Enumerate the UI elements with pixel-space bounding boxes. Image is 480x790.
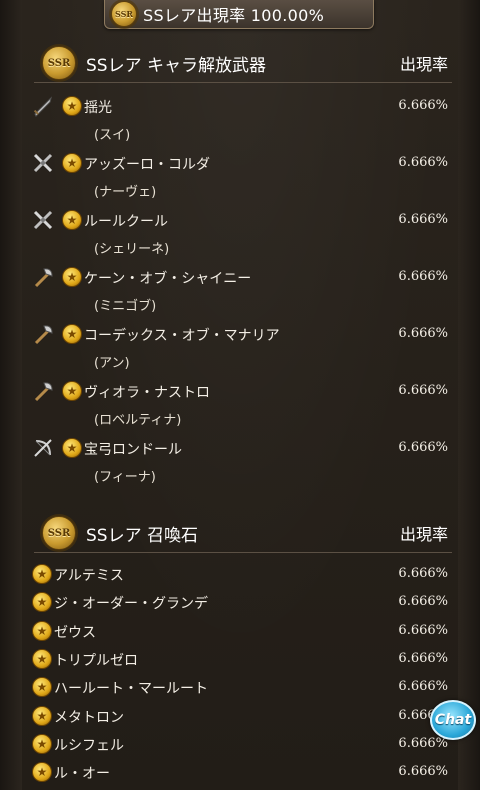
item-name: ヴィオラ・ナストロ <box>84 385 210 401</box>
item-name: 宝弓ロンドール <box>84 442 182 458</box>
item-rate: 6.666% <box>398 212 448 227</box>
gold-coin-icon: ★ <box>32 592 52 613</box>
list-item: ★ ケーン・オブ・シャイニー 6.666% <box>30 263 450 291</box>
item-rate: 6.666% <box>398 98 448 113</box>
item-rate: 6.666% <box>398 269 448 284</box>
axe-icon <box>32 323 54 345</box>
list-item: ★ アッズーロ・コルダ 6.666% <box>30 149 450 177</box>
list-item: ★ ジ・オーダー・グランデ 6.666% <box>30 588 450 616</box>
list-item: ★ メタトロン 6.666% <box>30 702 450 730</box>
gold-coin-icon: ★ <box>32 648 52 669</box>
item-name: ル・オー <box>54 766 110 783</box>
chat-button[interactable]: Chat <box>430 700 476 740</box>
list-item: ★ アルテミス 6.666% <box>30 560 450 588</box>
list-item: ★ ル・オー 6.666% <box>30 758 450 786</box>
axe-icon <box>32 380 54 402</box>
chat-label: Chat <box>434 712 472 728</box>
rate-column-header: 出現率 <box>399 525 448 544</box>
gold-coin-icon: ★ <box>62 96 82 116</box>
item-rate: 6.666% <box>398 622 448 638</box>
item-name: メタトロン <box>54 709 124 726</box>
axe-icon <box>32 266 54 288</box>
gold-coin-icon: ★ <box>32 620 52 641</box>
section-title: SSレア キャラ解放武器 <box>86 56 266 76</box>
gold-coin-icon: ★ <box>32 733 52 754</box>
list-item: ★ ゼウス 6.666% <box>30 617 450 645</box>
list-item: ★ ルールクール 6.666% <box>30 206 450 234</box>
character-name: (ミニゴブ) <box>94 299 157 314</box>
gold-coin-icon: ★ <box>62 324 82 344</box>
gold-coin-icon: ★ <box>32 677 52 698</box>
right-frame <box>458 0 480 790</box>
item-rate: 6.666% <box>398 383 448 398</box>
character-name: (フィーナ) <box>94 470 156 485</box>
gold-coin-icon: ★ <box>32 705 52 726</box>
character-name: (アン) <box>94 356 130 371</box>
list-item: ★ コーデックス・オブ・マナリア 6.666% <box>30 320 450 348</box>
gold-coin-icon: ★ <box>62 153 82 173</box>
item-name: ハールート・マールート <box>54 681 208 698</box>
item-name: トリプルゼロ <box>54 652 138 669</box>
item-name: アルテミス <box>54 568 124 584</box>
left-frame <box>0 0 22 790</box>
character-name: (シェリーネ) <box>94 242 170 257</box>
character-name: (ナーヴェ) <box>94 185 157 200</box>
item-name: ゼウス <box>54 624 96 641</box>
crossed-swords-icon <box>32 152 54 174</box>
sword-icon <box>32 95 54 117</box>
item-rate: 6.666% <box>398 594 448 610</box>
rate-banner: SSR SSレア出現率 100.00% <box>104 0 374 29</box>
ssr-badge-icon: SSR <box>42 516 76 550</box>
summons-section-header: SSR SSレア 召喚石 出現率 <box>34 512 452 553</box>
gold-coin-icon: ★ <box>32 762 52 783</box>
gold-coin-icon: ★ <box>62 267 82 287</box>
item-name: ルシフェル <box>54 737 124 754</box>
gold-coin-icon: ★ <box>62 381 82 401</box>
item-name: ジ・オーダー・グランデ <box>54 596 208 613</box>
banner-title: SSレア出現率 100.00% <box>143 6 325 25</box>
ssr-badge-icon: SSR <box>42 46 76 80</box>
weapons-section-header: SSR SSレア キャラ解放武器 出現率 <box>34 42 452 83</box>
item-name: アッズーロ・コルダ <box>84 157 210 173</box>
rate-column-header: 出現率 <box>399 55 448 74</box>
gold-coin-icon: ★ <box>32 564 52 584</box>
list-item: ★ ルシフェル 6.666% <box>30 730 450 758</box>
list-item: ★ トリプルゼロ 6.666% <box>30 645 450 673</box>
crossed-swords-icon <box>32 209 54 231</box>
item-rate: 6.666% <box>398 650 448 666</box>
item-rate: 6.666% <box>398 764 448 780</box>
item-rate: 6.666% <box>398 155 448 170</box>
list-item: ★ 宝弓ロンドール 6.666% <box>30 434 450 462</box>
item-rate: 6.666% <box>398 440 448 455</box>
bow-icon <box>32 437 54 459</box>
item-rate: 6.666% <box>398 566 448 581</box>
gold-coin-icon: ★ <box>62 438 82 458</box>
list-item: ★ ヴィオラ・ナストロ 6.666% <box>30 377 450 405</box>
gold-coin-icon: ★ <box>62 210 82 230</box>
list-item: ★ ハールート・マールート 6.666% <box>30 673 450 701</box>
item-rate: 6.666% <box>398 679 448 695</box>
item-name: ルールクール <box>84 214 168 230</box>
item-name: 揺光 <box>84 100 112 116</box>
character-name: (スイ) <box>94 128 131 143</box>
section-title: SSレア 召喚石 <box>86 526 198 546</box>
list-item: ★ 揺光 6.666% <box>30 92 450 120</box>
item-name: コーデックス・オブ・マナリア <box>84 328 280 344</box>
item-rate: 6.666% <box>398 326 448 341</box>
item-name: ケーン・オブ・シャイニー <box>84 271 252 287</box>
character-name: (ロベルティナ) <box>94 413 182 428</box>
ssr-badge-icon: SSR <box>111 1 137 27</box>
item-rate: 6.666% <box>398 735 448 751</box>
